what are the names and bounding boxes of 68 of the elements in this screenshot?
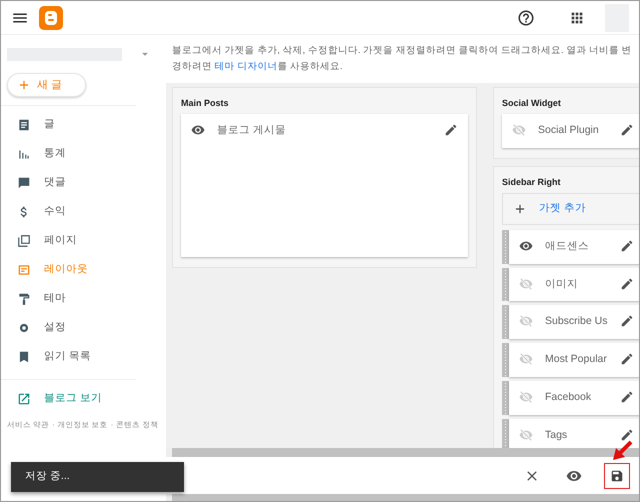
eye-crossed-icon[interactable] [519, 352, 533, 366]
gadget-label: Subscribe Us [545, 314, 608, 330]
nav-item[interactable]: 통계 [1, 139, 166, 168]
gadget-card[interactable]: 애드센스 [509, 230, 639, 264]
help-icon[interactable] [517, 8, 535, 26]
save-button[interactable] [604, 462, 630, 488]
edit-icon[interactable] [620, 428, 634, 442]
eye-crossed-icon[interactable] [519, 314, 533, 328]
comment-icon [17, 176, 31, 190]
edit-icon[interactable] [620, 352, 634, 366]
intro-text: 블로그에서 가젯을 추가, 삭제, 수정합니다. 가젯을 재정렬하려면 클릭하여 드래그하세요. 열과 너비를 변경하려면 테마 디자이너 를 사용하세요. [166, 35, 639, 83]
gadget-card[interactable]: 블로그 게시물 [181, 114, 468, 257]
eye-icon[interactable] [519, 238, 533, 253]
apps-grid-icon[interactable] [569, 10, 585, 26]
panel-title: Social Widget [502, 97, 562, 109]
eye-crossed-icon[interactable] [519, 276, 533, 290]
nav-item[interactable]: 페이지 [1, 226, 166, 255]
add-gadget-link[interactable]: 가젯 추가 [539, 200, 586, 217]
gadget-label: Most Popular [545, 352, 608, 367]
drag-handle[interactable] [502, 305, 509, 339]
edit-icon[interactable] [620, 390, 634, 404]
drag-handle[interactable] [502, 418, 509, 448]
external-link-icon [17, 392, 31, 406]
gadget-label: Facebook [545, 390, 592, 405]
drag-handle[interactable] [502, 230, 509, 264]
drag-handle[interactable] [502, 380, 509, 414]
blogger-logo[interactable] [39, 6, 63, 30]
nav-item[interactable]: 수익 [1, 197, 166, 226]
panel-title: Main Posts [181, 97, 230, 109]
gadget-label: 블로그 게시물 [217, 123, 287, 138]
gadget-label: 애드센스 [545, 238, 590, 254]
nav-item[interactable]: 댓글 [1, 168, 166, 197]
theme-designer-link[interactable]: 테마 디자이너 [214, 61, 278, 72]
gadget-label: 이미지 [545, 276, 579, 292]
drag-handle[interactable] [502, 268, 509, 302]
drag-handle[interactable] [502, 343, 509, 377]
gadget-card[interactable]: Facebook [509, 380, 639, 414]
eye-icon[interactable] [191, 123, 205, 137]
edit-icon[interactable] [620, 276, 634, 290]
panel-title: Sidebar Right [502, 176, 562, 188]
edit-icon[interactable] [620, 314, 634, 328]
pointer-arrow [611, 440, 633, 462]
gadget-label: Social Plugin [538, 123, 600, 138]
eye-crossed-icon[interactable] [519, 390, 533, 404]
edit-icon[interactable] [620, 123, 634, 137]
gadget-card[interactable]: Tags [509, 418, 639, 448]
layout-icon [17, 262, 31, 276]
edit-icon[interactable] [444, 123, 458, 137]
pages-icon [17, 234, 31, 248]
document-icon [17, 118, 31, 132]
save-icon [610, 468, 624, 482]
gadget-card[interactable]: Subscribe Us [509, 305, 639, 339]
nav-item[interactable]: 글 [1, 110, 166, 139]
gadget-label: Tags [545, 428, 568, 442]
saving-toast: 저장 중... [11, 462, 184, 492]
view-blog-link[interactable]: 블로그 보기 [1, 384, 166, 413]
eye-crossed-icon[interactable] [512, 123, 526, 137]
bookmark-icon [17, 350, 31, 364]
gadget-card[interactable]: 이미지 [509, 268, 639, 302]
nav-item[interactable]: 읽기 목록 [1, 342, 166, 371]
eye-crossed-icon[interactable] [519, 428, 533, 442]
paint-roller-icon [17, 292, 31, 306]
edit-icon[interactable] [620, 238, 634, 253]
plus-icon [17, 78, 31, 92]
gadget-card[interactable]: Most Popular [509, 343, 639, 377]
nav-item[interactable]: 설정 [1, 313, 166, 342]
gadget-card[interactable]: Social Plugin [502, 114, 639, 148]
nav-item[interactable]: 테마 [1, 284, 166, 313]
